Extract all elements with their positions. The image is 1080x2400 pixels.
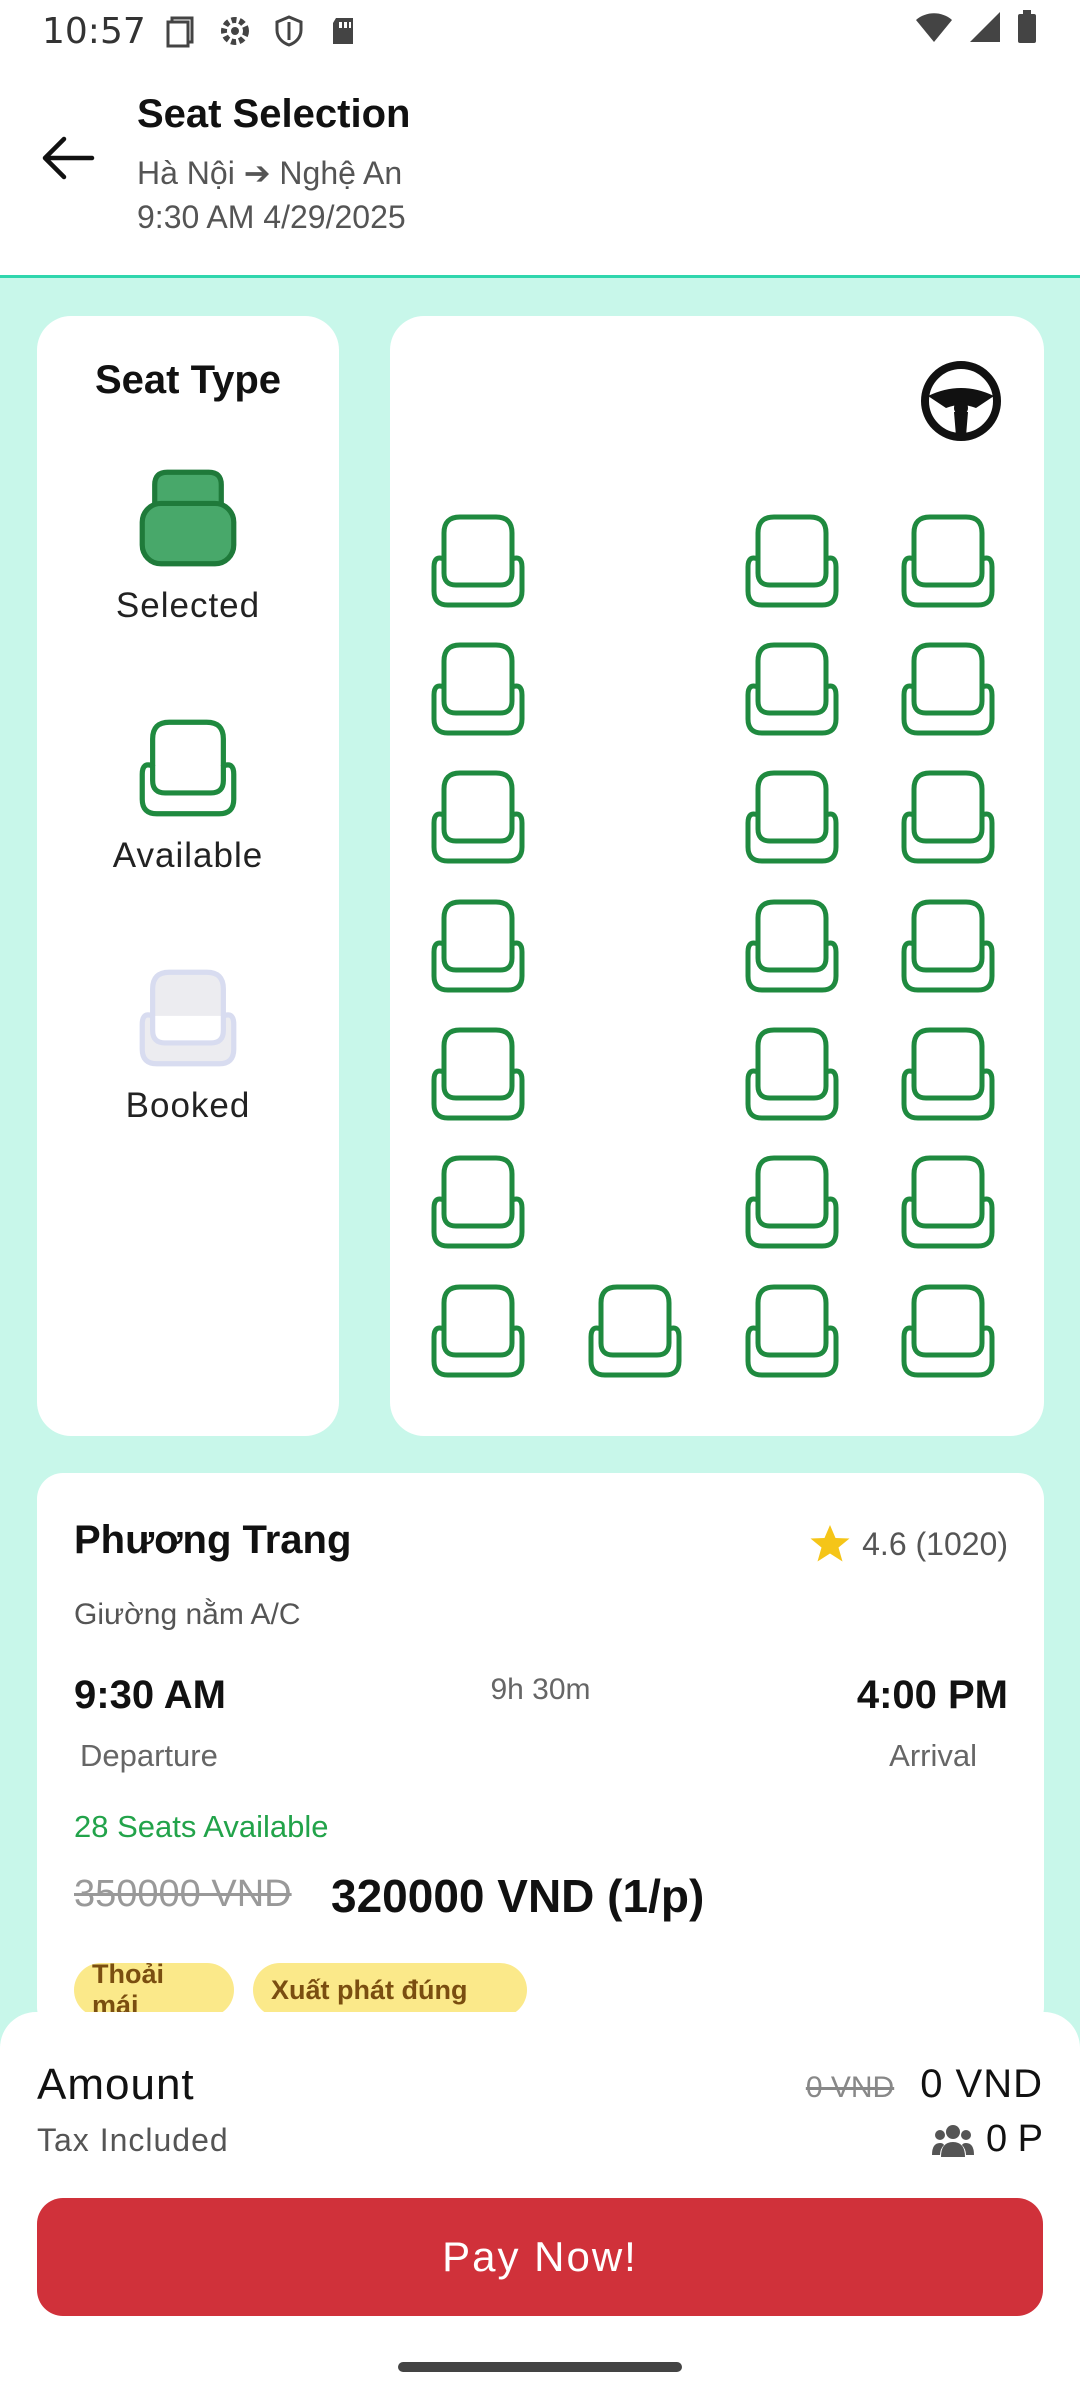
screen-icon (164, 14, 198, 48)
seat-available[interactable] (428, 1152, 528, 1252)
sd-card-icon (326, 14, 360, 48)
booked-seat-icon (139, 969, 237, 1067)
seat-available[interactable] (585, 1281, 685, 1381)
seat-icon (431, 1155, 525, 1249)
seat-available[interactable] (898, 1281, 998, 1381)
seat-icon (745, 770, 839, 864)
seat-available[interactable] (742, 1281, 842, 1381)
trip-datetime: 9:30 AM 4/29/2025 (137, 199, 406, 235)
seat-available[interactable] (428, 1281, 528, 1381)
legend-item-booked: Booked (37, 966, 339, 1126)
home-indicator[interactable] (398, 2362, 682, 2372)
star-icon (810, 1525, 850, 1562)
signal-icon (968, 10, 1002, 53)
seat-icon (745, 899, 839, 993)
seat-icon (588, 1284, 682, 1378)
status-bar: 10:57 (0, 0, 1080, 62)
settings-icon (218, 14, 252, 48)
seat-icon (901, 1284, 995, 1378)
seat-available[interactable] (898, 1152, 998, 1252)
seat-available[interactable] (898, 767, 998, 867)
seat-icon (431, 1284, 525, 1378)
seat-available[interactable] (742, 896, 842, 996)
original-total: 0 VND (805, 2071, 895, 2104)
seat-icon (431, 514, 525, 608)
status-time: 10:57 (42, 10, 146, 52)
seat-available[interactable] (742, 1152, 842, 1252)
discount-price: 320000 VND (1/p) (331, 1870, 705, 1922)
rating-value: 4.6 (1020) (862, 1525, 1008, 1562)
seat-icon (901, 642, 995, 736)
seat-icon (431, 899, 525, 993)
seat-icon (901, 1027, 995, 1121)
seat-icon (431, 1027, 525, 1121)
trip-route: Hà Nội ➔ Nghệ An (137, 155, 403, 191)
operator-name: Phương Trang (74, 1518, 352, 1562)
legend-label-booked: Booked (125, 1086, 251, 1125)
seat-available[interactable] (742, 639, 842, 739)
group-icon (931, 2124, 974, 2157)
seat-icon (745, 514, 839, 608)
shield-icon (272, 14, 306, 48)
pay-now-button[interactable]: Pay Now! (37, 2198, 1043, 2316)
departure-label: Departure (80, 1738, 218, 1773)
seat-available[interactable] (898, 896, 998, 996)
seat-available[interactable] (898, 639, 998, 739)
seat-available[interactable] (742, 1024, 842, 1124)
seat-available[interactable] (898, 1024, 998, 1124)
legend-title: Seat Type (95, 358, 281, 402)
seat-icon (901, 770, 995, 864)
seat-available[interactable] (428, 1024, 528, 1124)
seat-icon (745, 1027, 839, 1121)
passenger-count: 0 P (985, 2118, 1043, 2160)
tag-on-time: Xuất phát đúng (253, 1963, 527, 2017)
payment-sheet: Amount Tax Included 0 VND 0 VND 0 P Pay … (0, 2012, 1080, 2400)
available-seat-icon (139, 719, 237, 817)
legend-label-available: Available (112, 836, 264, 875)
seat-icon (901, 899, 995, 993)
arrival-label: Arrival (889, 1738, 977, 1773)
seat-available[interactable] (742, 767, 842, 867)
seat-available[interactable] (742, 511, 842, 611)
seat-icon (745, 1284, 839, 1378)
steering-wheel-icon (921, 361, 1001, 441)
total-amount: 0 VND (920, 2062, 1043, 2106)
seat-icon (431, 770, 525, 864)
seat-map (390, 316, 1044, 1436)
seat-icon (431, 642, 525, 736)
back-button[interactable] (36, 126, 100, 190)
seats-available: 28 Seats Available (74, 1809, 329, 1844)
status-right-icons (914, 9, 1038, 53)
seat-icon (901, 514, 995, 608)
page-title: Seat Selection (137, 92, 411, 136)
seat-available[interactable] (898, 511, 998, 611)
passenger-count-row: 0 P (931, 2118, 1043, 2161)
seat-available[interactable] (428, 639, 528, 739)
arrow-left-icon (42, 136, 95, 180)
amount-label: Amount (37, 2060, 195, 2109)
arrival-time: 4:00 PM (856, 1673, 1008, 1717)
tag-comfort: Thoải mái (74, 1959, 234, 2020)
wifi-icon (914, 10, 954, 53)
seat-available[interactable] (428, 896, 528, 996)
tax-label: Tax Included (37, 2122, 229, 2158)
seat-icon (901, 1155, 995, 1249)
operator-rating: 4.6 (1020) (808, 1523, 1008, 1565)
legend-item-available: Available (37, 716, 339, 876)
seat-icon (745, 1155, 839, 1249)
legend-label-selected: Selected (115, 586, 261, 625)
seat-available[interactable] (428, 767, 528, 867)
seat-icon (745, 642, 839, 736)
selected-seat-icon (139, 469, 237, 567)
original-price: 350000 VND (74, 1873, 292, 1915)
trip-info-card: Phương Trang 4.6 (1020) Giường nằm A/C 9… (37, 1473, 1044, 2033)
total-price-row: 0 VND 0 VND (806, 2062, 1043, 2107)
seat-available[interactable] (428, 511, 528, 611)
legend-item-selected: Selected (37, 466, 339, 626)
app-header: Seat Selection Hà Nội ➔ Nghệ An 9:30 AM … (0, 62, 1080, 278)
seat-legend: Seat Type Selected Available Booked (37, 316, 339, 1436)
battery-icon (1016, 9, 1038, 53)
bus-type: Giường nằm A/C (74, 1598, 301, 1631)
